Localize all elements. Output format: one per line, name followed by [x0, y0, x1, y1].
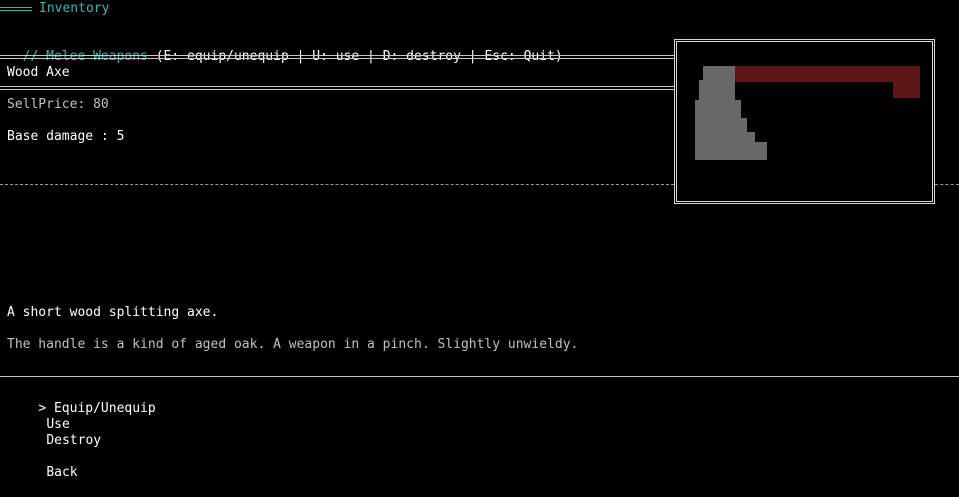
- axe-handle-part: [699, 80, 735, 100]
- item-name-bottom-rule: [0, 86, 674, 90]
- axe-handle-part: [703, 66, 735, 80]
- stats-separator-right: [935, 184, 959, 185]
- stats-separator: [0, 184, 674, 185]
- item-name-top-rule: [0, 55, 674, 59]
- sell-price: SellPrice: 80: [7, 97, 109, 112]
- base-damage: Base damage : 5: [7, 129, 125, 144]
- axe-handle-part: [695, 132, 755, 142]
- item-preview-panel: [674, 39, 935, 204]
- axe-blade-part: [893, 82, 920, 98]
- menu-separator: [0, 376, 959, 377]
- item-short-description: A short wood splitting axe.: [7, 305, 219, 320]
- axe-art-icon: [677, 42, 932, 201]
- title-rule: [0, 7, 32, 11]
- item-long-description: The handle is a kind of aged oak. A weap…: [7, 337, 579, 352]
- item-name: Wood Axe: [7, 65, 70, 80]
- menu-item-back[interactable]: Back: [15, 449, 78, 497]
- menu-item-label: Back: [46, 465, 78, 480]
- menu-item-label: Destroy: [46, 433, 102, 448]
- category-header: // Melee Weapons (E: equip/unequip | U: …: [7, 33, 563, 65]
- axe-handle-part: [695, 118, 747, 132]
- axe-blade-part: [735, 66, 920, 82]
- axe-handle-part: [695, 100, 741, 118]
- screen-title: Inventory: [39, 1, 110, 16]
- axe-handle-part: [695, 142, 767, 160]
